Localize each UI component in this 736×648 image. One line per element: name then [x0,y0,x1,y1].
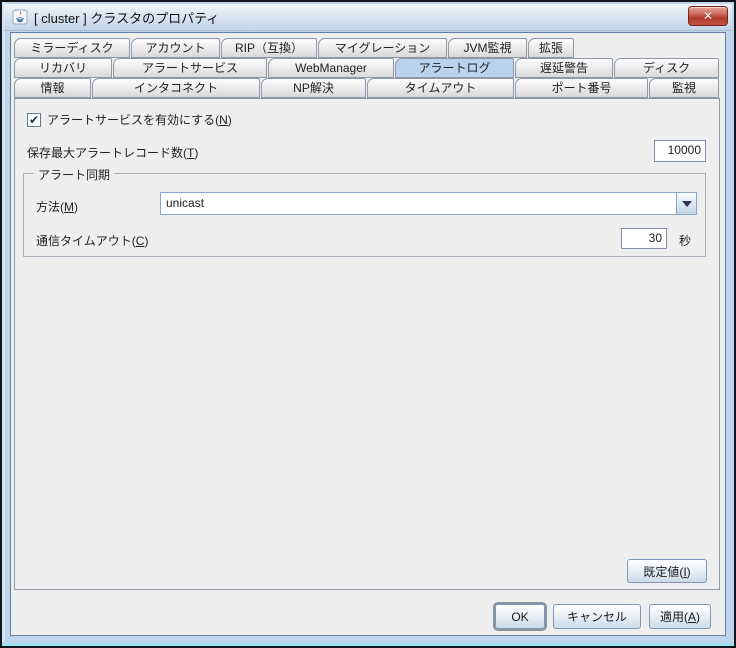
default-values-button[interactable]: 既定値(I) [627,559,707,583]
max-records-label: 保存最大アラートレコード数(T) [27,144,198,161]
checkmark-icon: ✔ [29,113,39,127]
comm-timeout-input[interactable]: 30 [621,228,667,249]
enable-alert-service-checkbox[interactable]: ✔ [27,113,41,127]
dialog-window: [ cluster ] クラスタのプロパティ ✕ ミラーディスク アカウント R… [0,0,736,648]
tab-account[interactable]: アカウント [131,38,220,58]
enable-alert-service-label: アラートサービスを有効にする(N) [47,111,232,128]
comm-timeout-unit-label: 秒 [679,232,691,249]
tab-port-number[interactable]: ポート番号 [515,78,648,98]
close-icon: ✕ [703,9,713,23]
max-records-input[interactable]: 10000 [654,140,706,162]
enable-alert-service-row: ✔ アラートサービスを有効にする(N) [27,111,232,128]
tab-migration[interactable]: マイグレーション [318,38,447,58]
tab-webmanager[interactable]: WebManager [268,58,394,78]
tab-np-resolution[interactable]: NP解決 [261,78,366,98]
sync-method-selected-value: unicast [161,193,676,214]
tab-extension[interactable]: 拡張 [528,38,574,58]
tab-alert-service[interactable]: アラートサービス [113,58,267,78]
close-button[interactable]: ✕ [688,6,728,26]
sync-method-combobox[interactable]: unicast [160,192,697,215]
apply-button[interactable]: 適用(A) [649,604,711,629]
tab-row-1: ミラーディスク アカウント RIP（互換） マイグレーション JVM監視 拡張 [14,38,720,58]
sync-method-label: 方法(M) [36,198,78,215]
tab-mirror-disk[interactable]: ミラーディスク [14,38,130,58]
tab-recovery[interactable]: リカバリ [14,58,112,78]
tab-interconnect[interactable]: インタコネクト [92,78,260,98]
tab-rip-compat[interactable]: RIP（互換） [221,38,317,58]
dialog-button-bar: OK キャンセル 適用(A) [495,604,711,629]
tab-info[interactable]: 情報 [14,78,91,98]
tab-timeout[interactable]: タイムアウト [367,78,514,98]
tab-strip: ミラーディスク アカウント RIP（互換） マイグレーション JVM監視 拡張 … [14,38,720,98]
title-bar[interactable]: [ cluster ] クラスタのプロパティ [4,4,732,31]
combo-dropdown-button[interactable] [676,193,696,214]
cancel-button[interactable]: キャンセル [553,604,641,629]
tab-monitor[interactable]: 監視 [649,78,719,98]
dialog-client-area: ミラーディスク アカウント RIP（互換） マイグレーション JVM監視 拡張 … [10,32,726,636]
max-records-row: 保存最大アラートレコード数(T) 10000 [27,140,706,162]
window-title: [ cluster ] クラスタのプロパティ [34,8,219,27]
alert-sync-groupbox: アラート同期 方法(M) unicast 通信タイムアウト(C) 30 秒 [23,173,706,257]
alert-sync-group-title: アラート同期 [34,166,114,183]
comm-timeout-label: 通信タイムアウト(C) [36,232,148,249]
java-app-icon [12,9,28,25]
alert-log-tab-panel: ✔ アラートサービスを有効にする(N) 保存最大アラートレコード数(T) 100… [14,98,720,590]
tab-alert-log[interactable]: アラートログ [395,58,514,78]
tab-row-2: リカバリ アラートサービス WebManager アラートログ 遅延警告 ディス… [14,58,720,78]
tab-jvm-monitor[interactable]: JVM監視 [448,38,527,58]
tab-delay-warning[interactable]: 遅延警告 [515,58,613,78]
chevron-down-icon [682,201,692,207]
ok-button[interactable]: OK [495,604,545,629]
tab-row-3: 情報 インタコネクト NP解決 タイムアウト ポート番号 監視 [14,78,720,98]
tab-disk[interactable]: ディスク [614,58,719,78]
